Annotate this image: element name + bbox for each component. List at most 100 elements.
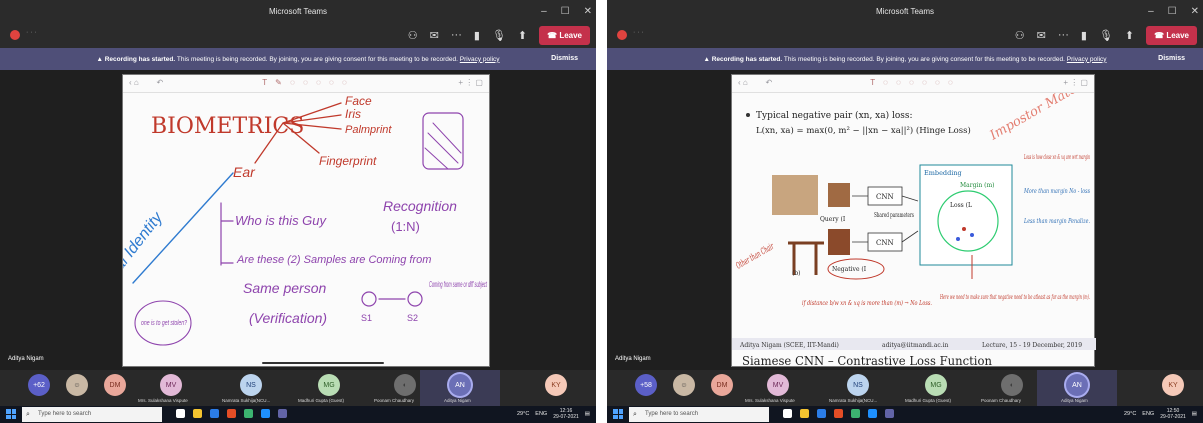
edge-icon[interactable] [851,409,860,418]
banner-message: ▲ Recording has started. This meeting is… [0,56,596,63]
participant-mg[interactable]: MG [318,374,340,396]
s2-label: S2 [407,313,418,323]
negative-chair-photo [828,229,850,255]
participant-an[interactable]: AN [1066,374,1088,396]
page-controls[interactable]: + ⋮ ▢ [458,78,483,87]
pen-tools[interactable]: T ◌ ◌ ◌ ◌ ◌ ◌ [732,78,1094,87]
participant-mv[interactable]: MV [160,374,182,396]
recording-timer: · · · [26,29,37,36]
more-icon[interactable]: ··· [451,29,462,41]
participant-dm[interactable]: DM [711,374,733,396]
mail-icon[interactable] [210,409,219,418]
teams-icon[interactable] [885,409,894,418]
store-icon[interactable] [261,409,270,418]
clock[interactable]: 12:50 29-07-2021 [1160,408,1186,420]
page-controls[interactable]: + ⋮ ▢ [1063,78,1088,87]
teams-icon[interactable] [278,409,287,418]
footer-lecture: Lecture, 15 - 19 December, 2019 [982,342,1082,349]
store-icon[interactable] [868,409,877,418]
participant-name: Namrata Sukhija(NCU... [829,398,878,403]
taskbar-search-input[interactable]: ⌕ Type here to search [22,407,162,422]
leave-button[interactable]: ☎ Leave [539,25,590,45]
system-tray: 29°C ENG 12:16 29-07-2021 ▤ [517,408,590,420]
explorer-icon[interactable] [800,409,809,418]
participant-name: Poonam Chaudhary [981,398,1022,403]
screenshot-root: Microsoft Teams – ☐ ✕ · · · ⚇ ✉ ··· ▮ 🎙 … [0,0,1203,423]
clock[interactable]: 12:16 29-07-2021 [553,408,579,420]
item-fingerprint: Fingerprint [319,154,377,168]
camera-icon[interactable]: ▮ [1081,29,1087,42]
taskbar-search-input[interactable]: ⌕ Type here to search [629,407,769,422]
chrome-icon[interactable] [834,409,843,418]
chat-icon[interactable]: ✉ [1037,29,1046,42]
windows-start-icon[interactable] [613,409,623,419]
leave-button[interactable]: ☎ Leave [1146,25,1197,45]
mic-icon[interactable]: 🎙 [1099,29,1113,42]
participants-strip: +62 ☺ DM MV Mrs. Sulakshana Vispute NS N… [0,370,596,406]
negative-label: Negative (I [832,266,867,273]
participants-icon[interactable]: ⚇ [408,29,418,42]
query-label: Query (I [820,216,846,223]
participant-dm[interactable]: DM [104,374,126,396]
language-indicator[interactable]: ENG [1142,411,1154,417]
participant-avatar[interactable]: ☺ [66,374,88,396]
participant-name: Mrs. Sulakshana Vispute [745,398,795,403]
chat-icon[interactable]: ✉ [430,29,439,42]
participant-ns[interactable]: NS [240,374,262,396]
taskbar-apps [783,409,894,418]
participant-name: Aditya Nigam [1061,398,1088,403]
participant-poonam[interactable]: ◐ [394,374,416,396]
chrome-icon[interactable] [227,409,236,418]
notifications-icon[interactable]: ▤ [1192,411,1197,417]
share-icon[interactable]: ⬆ [1125,29,1134,42]
close-icon[interactable]: ✕ [584,6,592,17]
participant-poonam[interactable]: ◐ [1001,374,1023,396]
windows-start-icon[interactable] [6,409,16,419]
weather-temp[interactable]: 29°C [517,411,529,417]
verification-label: (Verification) [249,310,327,326]
participants-icon[interactable]: ⚇ [1015,29,1025,42]
task-view-icon[interactable] [783,409,792,418]
privacy-policy-link[interactable]: Privacy policy [1067,56,1107,63]
weather-temp[interactable]: 29°C [1124,411,1136,417]
more-icon[interactable]: ··· [1058,29,1069,41]
maximize-icon[interactable]: ☐ [561,6,570,17]
warning-icon: ▲ [96,55,103,63]
meeting-toolbar: · · · ⚇ ✉ ··· ▮ 🎙 ⬆ ☎ Leave [607,22,1203,48]
minimize-icon[interactable]: – [541,6,547,17]
participant-name: Namrata Sukhija(NCU... [222,398,271,403]
language-indicator[interactable]: ENG [535,411,547,417]
dismiss-button[interactable]: Dismiss [1158,55,1185,62]
same-person-label: Same person [243,280,326,296]
whiteboard-toolbar: ‹ ⌂ ↶ T ✎ ◌ ◌ ◌ ◌ ◌ + ⋮ ▢ [123,75,489,93]
banner-title: Recording has started. [104,55,176,63]
participant-mg[interactable]: MG [925,374,947,396]
participant-an[interactable]: AN [449,374,471,396]
pen-tools[interactable]: T ✎ ◌ ◌ ◌ ◌ ◌ [123,78,489,87]
participant-ns[interactable]: NS [847,374,869,396]
maximize-icon[interactable]: ☐ [1168,6,1177,17]
task-view-icon[interactable] [176,409,185,418]
more-participants-badge[interactable]: +62 [28,374,50,396]
explorer-icon[interactable] [193,409,202,418]
footer-author: Aditya Nigam (SCEE, IIT-Mandi) [739,342,839,349]
participant-ky[interactable]: KY [1162,374,1184,396]
privacy-policy-link[interactable]: Privacy policy [460,56,500,63]
minimize-icon[interactable]: – [1148,6,1154,17]
participant-avatar[interactable]: ☺ [673,374,695,396]
participant-mv[interactable]: MV [767,374,789,396]
question-1: Who is this Guy [235,213,328,228]
more-participants-badge[interactable]: +58 [635,374,657,396]
camera-icon[interactable]: ▮ [474,29,480,42]
mail-icon[interactable] [817,409,826,418]
circle-note: one is to get stolen? [141,320,187,327]
close-icon[interactable]: ✕ [1191,6,1199,17]
edge-icon[interactable] [244,409,253,418]
notifications-icon[interactable]: ▤ [585,411,590,417]
share-icon[interactable]: ⬆ [518,29,527,42]
participant-ky[interactable]: KY [545,374,567,396]
embedding-label: Embedding [924,169,962,177]
dismiss-button[interactable]: Dismiss [551,55,578,62]
mic-icon[interactable]: 🎙 [492,29,506,42]
other-than-chair-note: Other than Chair [735,242,777,272]
